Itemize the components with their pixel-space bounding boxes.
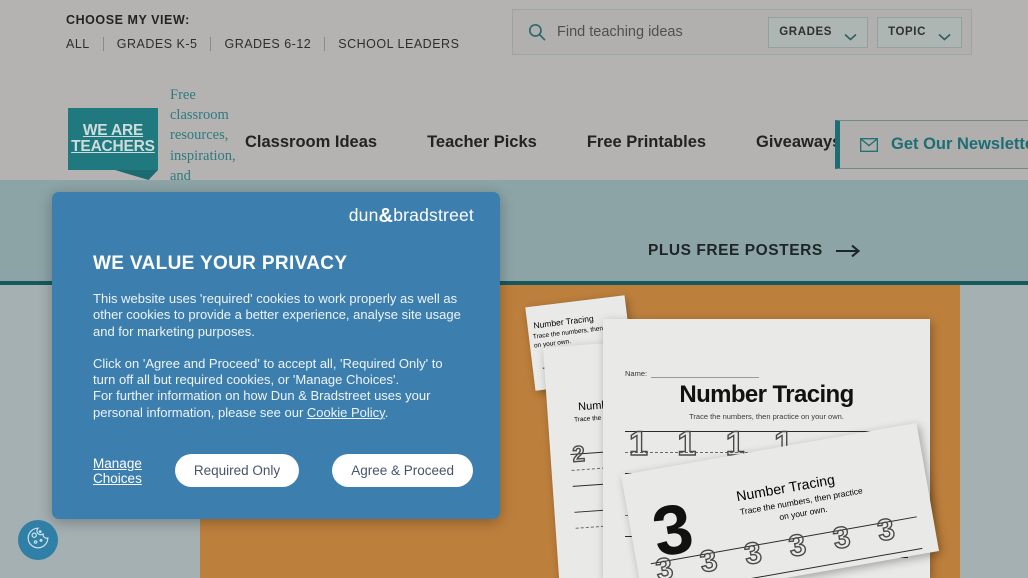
envelope-icon [860, 137, 878, 152]
nav-item-free-printables[interactable]: Free Printables [587, 133, 706, 152]
arrow-right-icon [835, 244, 861, 258]
cookie-policy-link[interactable]: Cookie Policy [307, 405, 385, 420]
logo-line-1: WE ARE [82, 122, 144, 140]
modal-body: This website uses 'required' cookies to … [93, 291, 465, 421]
cookie-consent-modal: dun&bradstreet WE VALUE YOUR PRIVACY Thi… [52, 192, 500, 519]
logo-line-2: TEACHERS [71, 138, 155, 155]
modal-paragraph-2-end: . [384, 404, 389, 420]
modal-actions: Manage Choices Required Only Agree & Pro… [93, 454, 473, 487]
search-input[interactable] [557, 24, 769, 40]
brand-part-1: dun [348, 205, 379, 225]
brand-part-2: bradstreet [393, 205, 474, 225]
nav-item-teacher-picks[interactable]: Teacher Picks [427, 133, 537, 152]
search-bar[interactable]: GRADES TOPIC [512, 9, 972, 55]
modal-paragraph-2-pre: Click on 'Agree and Proceed' to accept a… [93, 355, 443, 388]
view-link-school-leaders[interactable]: SCHOOL LEADERS [325, 37, 472, 51]
utility-bar: CHOOSE MY VIEW: ALL GRADES K-5 GRADES 6-… [0, 0, 1028, 68]
search-icon [527, 22, 547, 42]
dun-bradstreet-logo: dun&bradstreet [349, 205, 474, 228]
worksheet-name-line [651, 377, 759, 378]
choose-view-label: CHOOSE MY VIEW: [66, 13, 190, 27]
grades-filter-dropdown[interactable]: GRADES [768, 16, 869, 48]
brand-ampersand: & [378, 205, 394, 227]
modal-paragraph-2: Click on 'Agree and Proceed' to accept a… [93, 356, 465, 421]
topic-filter-dropdown[interactable]: TOPIC [877, 16, 962, 48]
worksheet-main-title: Number Tracing [679, 381, 854, 408]
required-only-button[interactable]: Required Only [174, 454, 300, 487]
worksheet-name-label: Name: [625, 369, 648, 378]
view-filter-links: ALL GRADES K-5 GRADES 6-12 SCHOOL LEADER… [66, 37, 472, 51]
grades-filter-label: GRADES [779, 26, 833, 38]
newsletter-label: Get Our Newsletter [891, 135, 1028, 153]
view-link-all[interactable]: ALL [66, 37, 103, 51]
page-root: Number Tracing Trace the numbers, then p… [0, 0, 1028, 578]
worksheet-main-subtitle: Trace the numbers, then practice on your… [689, 412, 844, 421]
promo-cta[interactable]: PLUS FREE POSTERS [648, 242, 861, 260]
chevron-down-icon [844, 28, 857, 41]
chevron-down-icon [938, 28, 951, 41]
newsletter-button[interactable]: Get Our Newsletter [835, 120, 1028, 169]
cookie-icon [25, 525, 51, 556]
modal-title: WE VALUE YOUR PRIVACY [93, 253, 348, 274]
nav-item-giveaways[interactable]: Giveaways [756, 133, 841, 152]
main-navigation: Classroom Ideas Teacher Picks Free Print… [245, 133, 841, 152]
view-link-grades-k5[interactable]: GRADES K-5 [104, 37, 211, 51]
agree-and-proceed-button[interactable]: Agree & Proceed [332, 454, 473, 487]
modal-paragraph-1: This website uses 'required' cookies to … [93, 291, 461, 339]
nav-item-classroom-ideas[interactable]: Classroom Ideas [245, 133, 377, 152]
topic-filter-label: TOPIC [888, 26, 926, 38]
manage-choices-button[interactable]: Manage Choices [93, 456, 142, 486]
view-link-grades-6-12[interactable]: GRADES 6-12 [211, 37, 324, 51]
logo-alt-text: Free classroom resources, inspiration, a… [170, 87, 236, 184]
cookie-settings-badge[interactable] [18, 520, 58, 560]
promo-cta-label: PLUS FREE POSTERS [648, 242, 823, 259]
site-logo[interactable]: WE ARE TEACHERS [68, 108, 158, 170]
